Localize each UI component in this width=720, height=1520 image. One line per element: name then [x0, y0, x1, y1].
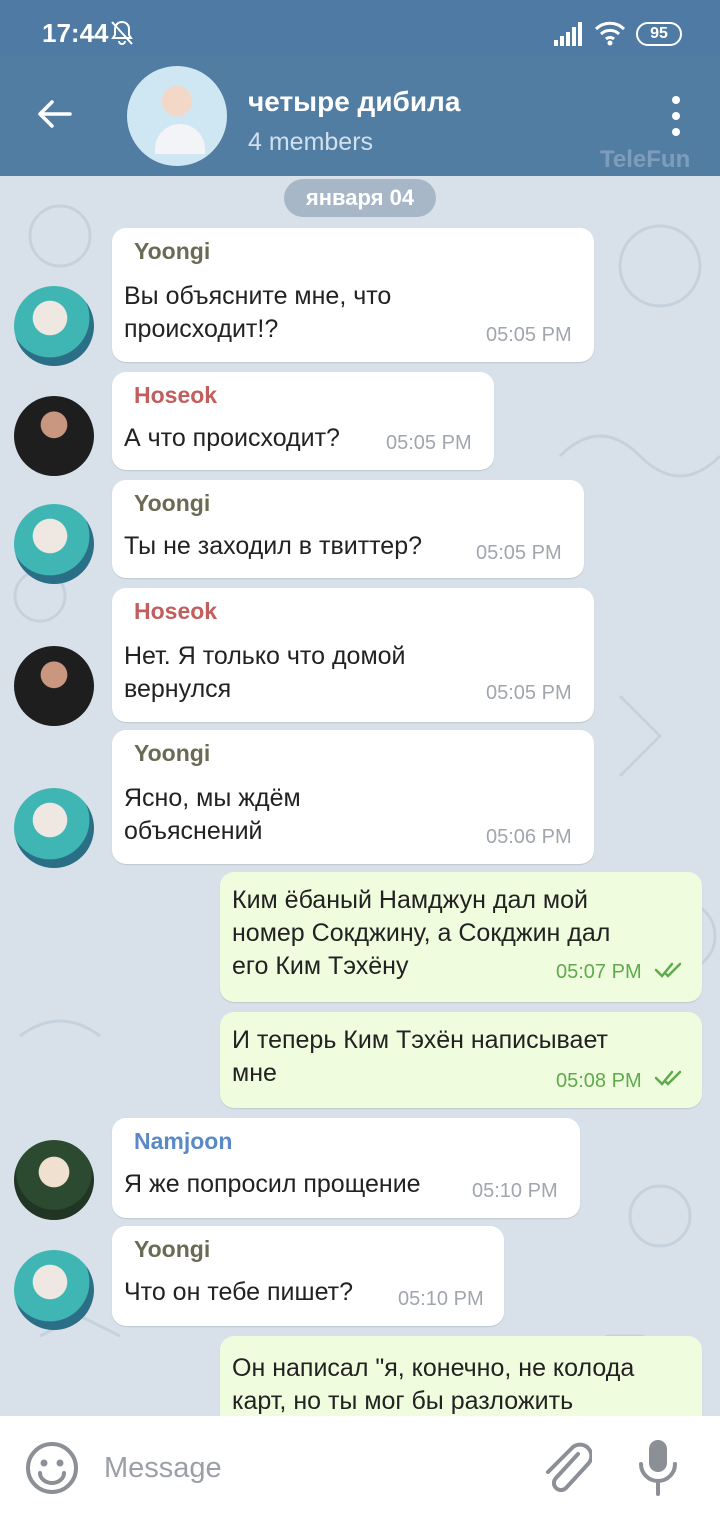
message-text: И теперь Ким Тэхён написывает мне [232, 1026, 608, 1087]
message-text: Ясно, мы ждём объяснений [124, 784, 301, 845]
avatar[interactable] [14, 396, 94, 476]
message-input[interactable] [104, 1446, 484, 1490]
attach-icon[interactable] [538, 1440, 592, 1496]
message-bubble[interactable]: Yoongi Ясно, мы ждём объяснений 05:06 PM [112, 730, 594, 864]
wifi-icon [594, 21, 626, 46]
sender-name: Yoongi [134, 490, 211, 516]
signal-icon [554, 22, 582, 46]
message-text: Я же попросил прощение [124, 1170, 421, 1198]
message-time: 05:05 PM [476, 542, 562, 564]
avatar[interactable] [14, 646, 94, 726]
members-count: 4 members [248, 128, 374, 156]
message-text: Ким ёбаный Намджун дал мой номер Сокджин… [232, 886, 611, 980]
battery-icon: 95 [636, 22, 682, 46]
sender-name: Hoseok [134, 598, 218, 624]
avatar[interactable] [14, 788, 94, 868]
message-composer [0, 1416, 720, 1520]
avatar[interactable] [14, 1250, 94, 1330]
message-bubble[interactable]: Namjoon Я же попросил прощение 05:10 PM [112, 1118, 580, 1218]
sender-name: Hoseok [134, 382, 218, 408]
message-text: Он написал "я, конечно, не колода карт, … [232, 1354, 635, 1415]
message-time: 05:05 PM [486, 682, 572, 704]
chat-header: четыре дибила 4 members TeleFun [0, 56, 720, 176]
avatar[interactable] [14, 1140, 94, 1220]
double-check-icon [654, 1070, 682, 1086]
message-list[interactable]: января 04 Yoongi Вы объясните мне, что п… [0, 176, 720, 1416]
message-time: 05:10 PM [472, 1180, 558, 1202]
group-avatar[interactable] [127, 66, 227, 166]
back-arrow-icon[interactable] [34, 94, 74, 134]
message-text: А что происходит? [124, 424, 340, 452]
more-vert-icon[interactable] [664, 94, 688, 138]
double-check-icon [654, 962, 682, 978]
message-bubble[interactable]: Hoseok А что происходит? 05:05 PM [112, 372, 494, 470]
emoji-icon[interactable] [24, 1440, 80, 1496]
message-text: Что он тебе пишет? [124, 1278, 354, 1306]
message-time: 05:10 PM [398, 1288, 484, 1310]
status-bar: 17:44 95 [0, 0, 720, 56]
message-bubble[interactable]: Yoongi Что он тебе пишет? 05:10 PM [112, 1226, 504, 1326]
avatar[interactable] [14, 286, 94, 366]
watermark: TeleFun [600, 146, 691, 173]
sender-name: Yoongi [134, 1236, 211, 1262]
sender-name: Yoongi [134, 740, 211, 766]
message-text: Ты не заходил в твиттер? [124, 532, 423, 560]
chat-title[interactable]: четыре дибила [248, 86, 460, 118]
message-time: 05:05 PM [486, 324, 572, 346]
message-bubble-outgoing[interactable]: Ким ёбаный Намджун дал мой номер Сокджин… [220, 872, 702, 1002]
message-time: 05:05 PM [386, 432, 472, 454]
message-bubble[interactable]: Hoseok Нет. Я только что домой вернулся … [112, 588, 594, 722]
date-separator: января 04 [284, 179, 436, 217]
mic-icon[interactable] [636, 1438, 680, 1496]
message-bubble-outgoing[interactable]: И теперь Ким Тэхён написывает мне 05:08 … [220, 1012, 702, 1108]
sender-name: Namjoon [134, 1128, 233, 1154]
message-text: Вы объясните мне, что происходит!? [124, 282, 392, 343]
message-time: 05:08 PM [556, 1070, 642, 1092]
message-bubble-outgoing[interactable]: Он написал "я, конечно, не колода карт, … [220, 1336, 702, 1416]
message-time: 05:07 PM [556, 961, 642, 983]
message-bubble[interactable]: Yoongi Ты не заходил в твиттер? 05:05 PM [112, 480, 584, 578]
message-time: 05:06 PM [486, 826, 572, 848]
status-time: 17:44 [42, 18, 109, 48]
bell-off-icon [111, 20, 133, 45]
avatar[interactable] [14, 504, 94, 584]
message-bubble[interactable]: Yoongi Вы объясните мне, что происходит!… [112, 228, 594, 362]
message-text: Нет. Я только что домой вернулся [124, 642, 406, 703]
sender-name: Yoongi [134, 238, 211, 264]
